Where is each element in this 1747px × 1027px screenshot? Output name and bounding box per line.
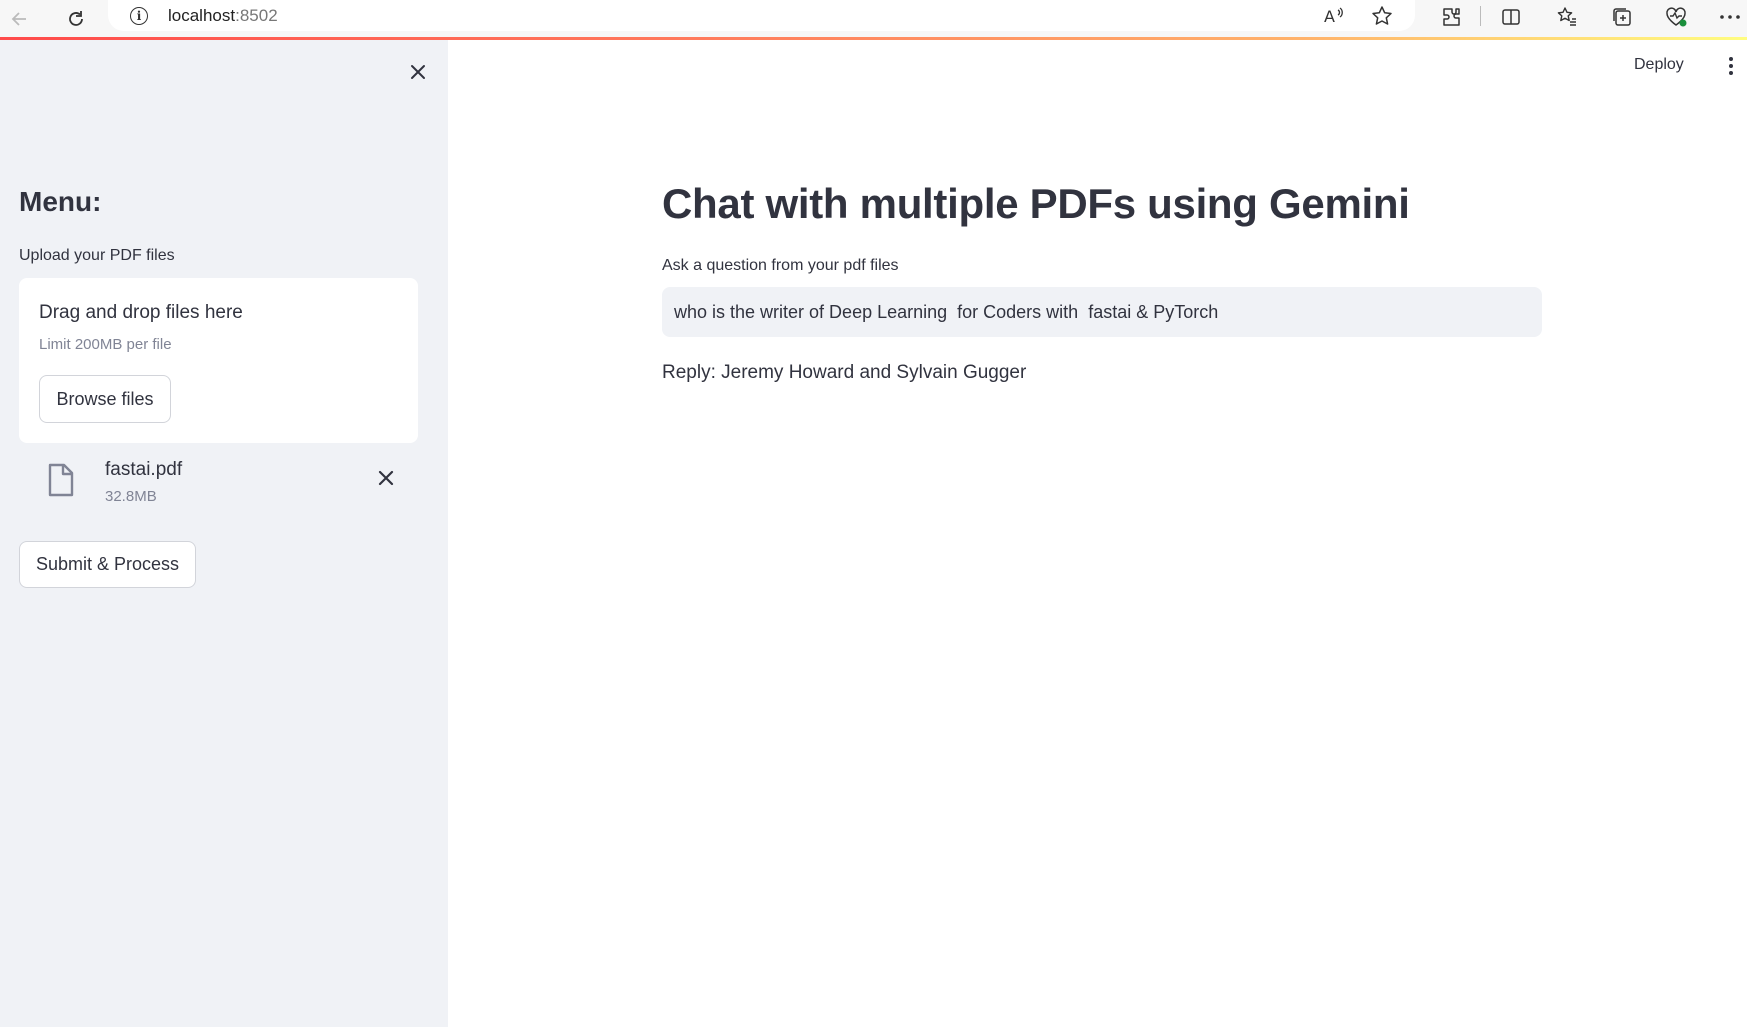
- sidebar-title: Menu:: [19, 186, 102, 217]
- file-size: 32.8MB: [105, 488, 157, 505]
- address-bar[interactable]: i localhost:8502 A: [108, 0, 1415, 31]
- dropzone-limit: Limit 200MB per file: [39, 336, 172, 353]
- svg-text:A: A: [1324, 7, 1335, 26]
- browser-toolbar: i localhost:8502 A: [0, 0, 1747, 37]
- close-sidebar-icon[interactable]: [404, 58, 432, 86]
- uploaded-file-item: fastai.pdf 32.8MB: [19, 455, 418, 515]
- more-options-icon[interactable]: [1715, 2, 1745, 32]
- file-name: fastai.pdf: [105, 459, 183, 480]
- extensions-icon[interactable]: [1436, 2, 1466, 32]
- favorite-star-icon[interactable]: [1370, 4, 1394, 28]
- collections-icon[interactable]: [1607, 2, 1637, 32]
- file-icon: [48, 463, 74, 497]
- question-input[interactable]: [662, 287, 1542, 337]
- browser-essentials-icon[interactable]: [1661, 2, 1691, 32]
- upload-label: Upload your PDF files: [19, 247, 175, 264]
- split-screen-icon[interactable]: [1496, 2, 1526, 32]
- dropzone-title: Drag and drop files here: [39, 302, 243, 323]
- remove-file-icon[interactable]: [373, 465, 399, 491]
- file-dropzone[interactable]: Drag and drop files here Limit 200MB per…: [19, 278, 418, 443]
- sidebar: Menu: Upload your PDF files Drag and dro…: [0, 40, 448, 1027]
- question-label: Ask a question from your pdf files: [662, 257, 899, 274]
- page-title: Chat with multiple PDFs using Gemini: [662, 180, 1410, 227]
- back-arrow-icon[interactable]: [2, 4, 38, 34]
- main-content: Deploy Chat with multiple PDFs using Gem…: [448, 40, 1747, 1027]
- url-text[interactable]: localhost:8502: [168, 6, 278, 26]
- site-info-icon[interactable]: i: [130, 6, 148, 25]
- browse-files-button[interactable]: Browse files: [39, 375, 171, 423]
- reload-icon[interactable]: [58, 4, 94, 34]
- reply-text: Reply: Jeremy Howard and Sylvain Gugger: [662, 362, 1027, 383]
- submit-process-button[interactable]: Submit & Process: [19, 541, 196, 588]
- favorites-icon[interactable]: [1552, 2, 1582, 32]
- main-menu-icon[interactable]: [1724, 54, 1738, 78]
- toolbar-divider: [1480, 6, 1481, 26]
- deploy-button[interactable]: Deploy: [1634, 56, 1684, 74]
- read-aloud-icon[interactable]: A: [1322, 4, 1346, 28]
